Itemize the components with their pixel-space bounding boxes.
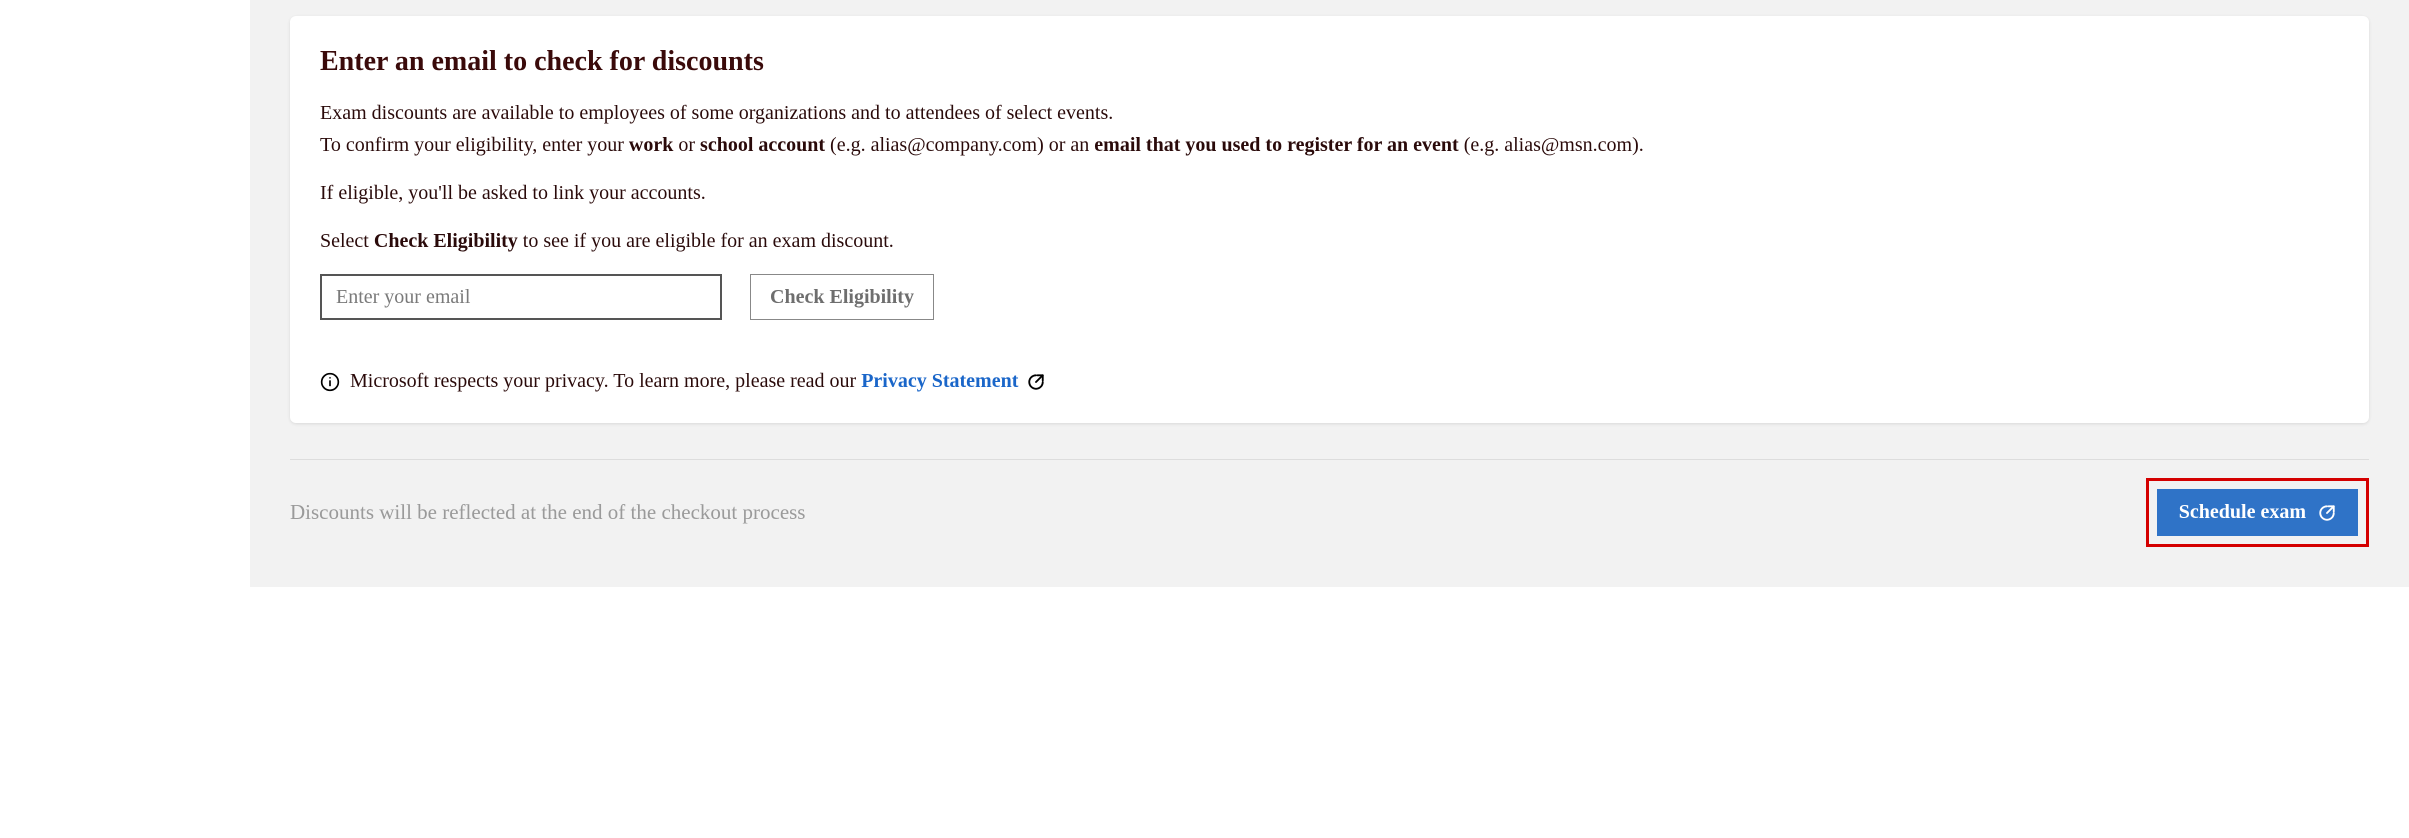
desc-block-1: Exam discounts are available to employee…: [320, 98, 2339, 160]
discount-card: Enter an email to check for discounts Ex…: [290, 16, 2369, 423]
desc-block-2: If eligible, you'll be asked to link you…: [320, 178, 2339, 208]
schedule-exam-button[interactable]: Schedule exam: [2157, 489, 2358, 536]
text: Select: [320, 230, 374, 252]
info-icon: [320, 372, 340, 392]
text: (e.g. alias@company.com) or an: [825, 134, 1094, 156]
privacy-pre: Microsoft respects your privacy. To lear…: [350, 370, 861, 392]
bold-check: Check Eligibility: [374, 230, 518, 252]
privacy-link[interactable]: Privacy Statement: [861, 370, 1018, 392]
card-title: Enter an email to check for discounts: [320, 46, 2339, 78]
desc-line-1: Exam discounts are available to employee…: [320, 98, 2339, 128]
main-content: Enter an email to check for discounts Ex…: [250, 0, 2409, 587]
footer-note: Discounts will be reflected at the end o…: [290, 500, 805, 525]
desc-block-3: Select Check Eligibility to see if you a…: [320, 226, 2339, 256]
input-row: Check Eligibility: [320, 274, 2339, 320]
bold-school: school account: [700, 134, 825, 156]
bold-event: email that you used to register for an e…: [1094, 134, 1458, 156]
text: To confirm your eligibility, enter your: [320, 134, 629, 156]
schedule-label: Schedule exam: [2179, 501, 2306, 524]
external-link-icon: [1027, 373, 1045, 391]
bold-work: work: [629, 134, 673, 156]
left-gutter: [0, 0, 250, 587]
check-eligibility-button[interactable]: Check Eligibility: [750, 274, 934, 320]
external-link-icon: [2318, 504, 2336, 522]
desc-line-3: If eligible, you'll be asked to link you…: [320, 178, 2339, 208]
privacy-row: Microsoft respects your privacy. To lear…: [320, 370, 2339, 393]
desc-line-4: Select Check Eligibility to see if you a…: [320, 226, 2339, 256]
footer-row: Discounts will be reflected at the end o…: [290, 459, 2369, 547]
desc-line-2: To confirm your eligibility, enter your …: [320, 130, 2339, 160]
privacy-text: Microsoft respects your privacy. To lear…: [350, 370, 1045, 393]
text: or: [673, 134, 700, 156]
text: to see if you are eligible for an exam d…: [518, 230, 894, 252]
schedule-highlight: Schedule exam: [2146, 478, 2369, 547]
email-input[interactable]: [320, 274, 722, 320]
text: (e.g. alias@msn.com).: [1459, 134, 1644, 156]
